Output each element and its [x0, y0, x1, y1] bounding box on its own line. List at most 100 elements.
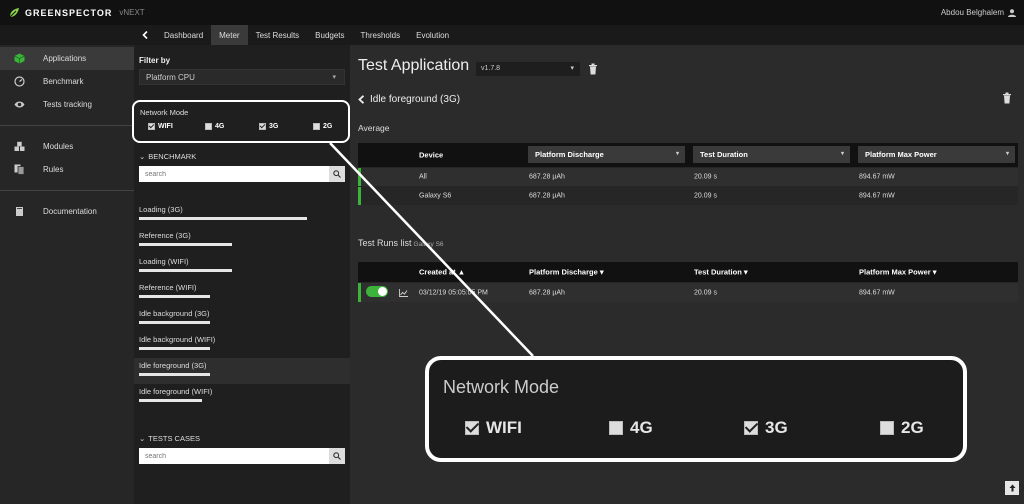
cell-max-power: 894.67 mW — [859, 192, 895, 200]
tab-evolution[interactable]: Evolution — [408, 25, 457, 45]
filter-select[interactable]: Platform CPU ▾ — [139, 69, 345, 85]
trash-icon[interactable] — [1002, 92, 1012, 104]
tab-bar: Dashboard Meter Test Results Budgets Thr… — [134, 25, 1024, 45]
sidebar-item-label: Modules — [43, 142, 74, 151]
benchmark-header[interactable]: ⌄ BENCHMARK — [139, 152, 196, 161]
chevron-down-icon: ⌄ — [139, 152, 146, 161]
table-row[interactable]: 03/12/19 05:05:05 PM 687.28 µAh 20.09 s … — [358, 282, 1018, 302]
benchmark-search-input[interactable] — [139, 166, 329, 182]
tab-budgets[interactable]: Budgets — [307, 25, 352, 45]
chevron-down-icon: ⌄ — [139, 434, 146, 443]
sidebar-item-label: Tests tracking — [43, 100, 92, 109]
checkbox-icon — [609, 421, 623, 435]
benchmark-item[interactable]: Loading (WIFI) — [134, 254, 350, 280]
sidebar-item-tests-tracking[interactable]: Tests tracking — [0, 93, 134, 116]
column-header-device: Device — [419, 150, 444, 160]
zoom-2g-checkbox[interactable]: 2G — [880, 418, 924, 438]
filter-title: Filter by — [139, 56, 171, 65]
chevron-down-icon: ▾ — [840, 151, 844, 157]
back-button[interactable] — [134, 25, 156, 45]
search-icon — [333, 170, 341, 178]
top-bar: GREENSPECTOR vNEXT Abdou Belghalem — [0, 0, 1024, 25]
network-mode-zoom: Network Mode WIFI 4G 3G 2G — [425, 356, 967, 462]
zoom-3g-checkbox[interactable]: 3G — [744, 418, 788, 438]
sidebar-item-rules[interactable]: Rules — [0, 158, 134, 181]
chevron-left-icon — [141, 31, 148, 39]
highlight-box — [132, 100, 350, 143]
column-select-duration[interactable]: Test Duration ▾ — [693, 146, 850, 163]
leaf-logo-icon — [9, 7, 19, 17]
version-value: v1.7.8 — [481, 65, 501, 72]
benchmark-item[interactable]: Idle foreground (3G) — [134, 358, 350, 384]
benchmark-item-label: Reference (3G) — [139, 231, 191, 240]
column-header-discharge[interactable]: Platform Discharge ▾ — [529, 268, 604, 277]
benchmark-item[interactable]: Reference (3G) — [134, 228, 350, 254]
sidebar-item-modules[interactable]: Modules — [0, 135, 134, 158]
runs-device: Galaxy S6 — [413, 241, 444, 248]
chart-line-icon[interactable] — [399, 289, 408, 297]
sidebar-item-label: Rules — [43, 165, 64, 174]
column-header-created[interactable]: Created at ▲ — [419, 268, 465, 277]
filter-selected-value: Platform CPU — [146, 73, 195, 82]
sidebar-item-benchmark[interactable]: Benchmark — [0, 70, 134, 93]
benchmark-item[interactable]: Idle background (WIFI) — [134, 332, 350, 358]
chevron-left-icon — [358, 95, 365, 104]
runs-title: Test Runs list Galaxy S6 — [358, 238, 444, 248]
chevron-down-icon: ▾ — [570, 65, 574, 72]
tab-dashboard[interactable]: Dashboard — [156, 25, 211, 45]
table-header: Created at ▲ Platform Discharge ▾ Test D… — [358, 262, 1018, 282]
benchmark-item[interactable]: Reference (WIFI) — [134, 280, 350, 306]
checkbox-icon — [880, 421, 894, 435]
cell-discharge: 687.28 µAh — [529, 173, 565, 181]
arrow-up-icon — [1009, 484, 1015, 492]
benchmark-item[interactable]: Loading (3G) — [134, 202, 350, 228]
column-header-max-power[interactable]: Platform Max Power ▾ — [859, 268, 937, 277]
tab-thresholds[interactable]: Thresholds — [353, 25, 409, 45]
version-select[interactable]: v1.7.8 ▾ — [476, 62, 580, 76]
benchmark-item-label: Idle background (WIFI) — [139, 335, 216, 344]
tests-search-input[interactable] — [139, 448, 329, 464]
app-root: GREENSPECTOR vNEXT Abdou Belghalem Appli… — [0, 0, 1024, 504]
row-status-bar — [358, 168, 361, 186]
tab-meter[interactable]: Meter — [211, 25, 248, 45]
cell-duration: 20.09 s — [694, 289, 717, 296]
search-button[interactable] — [329, 448, 345, 464]
column-select-max-power[interactable]: Platform Max Power ▾ — [858, 146, 1015, 163]
sidebar-divider — [0, 190, 134, 191]
brand-name: GREENSPECTOR — [25, 7, 113, 18]
chevron-down-icon: ▾ — [675, 151, 679, 157]
benchmark-item[interactable]: Idle foreground (WIFI) — [134, 384, 350, 410]
trash-icon[interactable] — [588, 63, 598, 75]
search-button[interactable] — [329, 166, 345, 182]
run-toggle[interactable] — [366, 286, 388, 297]
tests-search — [139, 448, 345, 464]
benchmark-item[interactable]: Idle background (3G) — [134, 306, 350, 332]
cell-discharge: 687.28 µAh — [529, 192, 565, 200]
user-menu[interactable]: Abdou Belghalem — [941, 8, 1016, 17]
checkbox-icon — [465, 421, 479, 435]
zoom-wifi-checkbox[interactable]: WIFI — [465, 418, 522, 438]
sidebar-item-documentation[interactable]: Documentation — [0, 200, 134, 223]
row-status-bar — [358, 283, 361, 302]
benchmark-level-bar — [139, 373, 210, 376]
column-header-duration[interactable]: Test Duration ▾ — [694, 268, 748, 277]
cubes-icon — [14, 141, 25, 151]
benchmark-level-bar — [139, 269, 232, 272]
benchmark-item-label: Reference (WIFI) — [139, 283, 197, 292]
page-title: Test Application — [358, 57, 470, 74]
sidebar-item-applications[interactable]: Applications — [0, 47, 134, 70]
cell-device: Galaxy S6 — [419, 192, 452, 200]
benchmark-level-bar — [139, 321, 210, 324]
brand[interactable]: GREENSPECTOR vNEXT — [8, 7, 145, 19]
table-row[interactable]: All 687.28 µAh 20.09 s 894.67 mW — [358, 167, 1018, 186]
scroll-top-button[interactable] — [1005, 481, 1019, 495]
scenario-title[interactable]: Idle foreground (3G) — [358, 94, 460, 105]
column-select-discharge[interactable]: Platform Discharge ▾ — [528, 146, 685, 163]
row-status-bar — [358, 187, 361, 205]
tests-cases-header[interactable]: ⌄ TESTS CASES — [139, 434, 200, 443]
cell-max-power: 894.67 mW — [859, 289, 895, 296]
zoom-4g-checkbox[interactable]: 4G — [609, 418, 653, 438]
eye-icon — [14, 101, 25, 108]
tab-test-results[interactable]: Test Results — [248, 25, 308, 45]
table-row[interactable]: Galaxy S6 687.28 µAh 20.09 s 894.67 mW — [358, 186, 1018, 205]
